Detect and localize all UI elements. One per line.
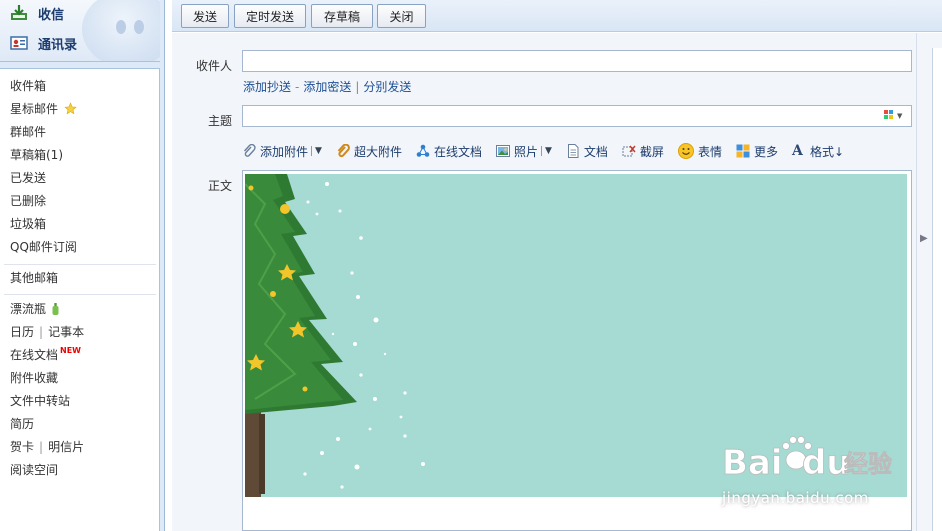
paperclip-icon [242, 143, 256, 158]
pipe-separator: | [39, 325, 44, 339]
grid-apps-icon [736, 144, 750, 158]
format-label: 格式↓ [809, 144, 845, 159]
smiley-icon [677, 143, 694, 159]
attachment-collection-link[interactable]: 附件收藏 [10, 368, 58, 388]
document-label: 文档 [583, 144, 608, 159]
body-label: 正文 [207, 179, 232, 193]
online-docs-link[interactable]: 在线文档 NEW [10, 345, 81, 365]
notes-link[interactable]: 记事本 [48, 325, 84, 339]
online-docs-label: 在线文档 [10, 348, 59, 362]
watermark-brand-cn: 经验 [844, 450, 892, 478]
chevron-down-icon[interactable]: ▼ [311, 146, 322, 156]
receive-mail-button[interactable]: 收信 [10, 3, 64, 23]
folder-deleted[interactable]: 已删除 [10, 191, 46, 211]
pipe-separator: | [355, 80, 360, 94]
drift-bottle-link[interactable]: 漂流瓶 [10, 299, 59, 319]
color-grid-icon [884, 109, 894, 123]
save-draft-button[interactable]: 存草稿 [311, 4, 373, 28]
folder-starred[interactable]: 星标邮件 [10, 99, 77, 119]
folder-sent[interactable]: 已发送 [10, 168, 46, 188]
contacts-label: 通讯录 [38, 37, 78, 53]
subject-label: 主题 [207, 114, 232, 128]
subject-input[interactable] [242, 105, 912, 127]
separate-send-link[interactable]: 分别发送 [363, 80, 411, 94]
folder-junk[interactable]: 垃圾箱 [10, 214, 46, 234]
folder-drafts[interactable]: 草稿箱(1) [10, 145, 63, 165]
inbox-download-icon [10, 5, 28, 21]
postcard-link[interactable]: 明信片 [48, 440, 84, 454]
large-attachment-button[interactable]: 超大附件 [336, 143, 402, 160]
large-attachment-label: 超大附件 [353, 144, 402, 159]
document-icon [566, 144, 580, 158]
photo-label: 照片 [513, 144, 538, 159]
qq-penguin-decoration-icon [82, 0, 160, 61]
contacts-card-icon [10, 35, 28, 51]
bottle-icon [52, 301, 59, 321]
card-postcard-row: 贺卡 | 明信片 [10, 437, 84, 457]
expand-right-arrow-icon[interactable]: ▶ [920, 233, 930, 247]
close-button[interactable]: 关闭 [377, 4, 426, 28]
greeting-card-link[interactable]: 贺卡 [10, 440, 34, 454]
add-cc-link[interactable]: 添加抄送 [243, 80, 291, 94]
add-attachment-button[interactable]: 添加附件 ▼ [242, 143, 322, 160]
drift-bottle-label: 漂流瓶 [10, 302, 47, 316]
watermark-url: jingyan.baidu.com [722, 489, 869, 507]
add-attachment-label: 添加附件 [260, 144, 309, 159]
folder-group-mail[interactable]: 群邮件 [10, 122, 46, 142]
subject-format-dropdown[interactable]: ▼ [884, 109, 908, 123]
add-bcc-link[interactable]: 添加密送 [303, 80, 351, 94]
calendar-notes-row: 日历 | 记事本 [10, 322, 84, 342]
divider [4, 294, 156, 295]
right-side-panel [932, 48, 942, 531]
sidebar: 收信 通讯录 收件箱 星标邮件 群邮件 草稿箱(1) 已发送 已删除 垃圾箱 Q… [0, 0, 165, 531]
file-transfer-link[interactable]: 文件中转站 [10, 391, 70, 411]
folder-starred-label: 星标邮件 [10, 102, 59, 116]
online-doc-label: 在线文档 [433, 144, 482, 159]
attachment-toolbar: 添加附件 ▼ 超大附件 在线文档 照片 ▼ 文档 截屏 表情 更多 A 格式↓ [242, 141, 858, 161]
dash-separator: - [295, 80, 300, 94]
chevron-down-icon[interactable]: ▼ [540, 146, 552, 156]
photo-icon [495, 144, 510, 158]
emoji-label: 表情 [697, 144, 722, 159]
font-format-icon: A [791, 143, 803, 159]
other-mailbox-link[interactable]: 其他邮箱 [10, 268, 58, 288]
more-label: 更多 [753, 144, 778, 159]
recipient-label: 收件人 [195, 59, 232, 73]
chevron-down-icon: ▼ [897, 112, 903, 120]
more-button[interactable]: 更多 [736, 143, 778, 160]
calendar-link[interactable]: 日历 [10, 325, 34, 339]
scheduled-send-button[interactable]: 定时发送 [234, 4, 306, 28]
emoji-button[interactable]: 表情 [677, 143, 722, 160]
divider [4, 264, 156, 265]
recipient-options: 添加抄送 - 添加密送 | 分别发送 [243, 78, 411, 95]
online-doc-button[interactable]: 在线文档 [416, 143, 482, 160]
star-icon [64, 101, 77, 121]
receive-mail-label: 收信 [38, 7, 65, 23]
reading-space-link[interactable]: 阅读空间 [10, 460, 58, 480]
large-paperclip-icon [336, 143, 350, 158]
photo-button[interactable]: 照片 ▼ [495, 143, 552, 160]
contacts-button[interactable]: 通讯录 [10, 33, 77, 53]
recipient-input[interactable] [242, 50, 912, 72]
folder-qq-subscription[interactable]: QQ邮件订阅 [10, 237, 77, 257]
folder-inbox[interactable]: 收件箱 [10, 76, 46, 96]
document-button[interactable]: 文档 [566, 143, 608, 160]
folder-list: 收件箱 星标邮件 群邮件 草稿箱(1) 已发送 已删除 垃圾箱 QQ邮件订阅 其… [0, 68, 160, 531]
screenshot-button[interactable]: 截屏 [622, 143, 664, 160]
resume-link[interactable]: 简历 [10, 414, 34, 434]
new-badge: NEW [60, 346, 81, 355]
watermark-brand: Bai [722, 443, 783, 483]
pipe-separator: | [39, 440, 44, 454]
scissors-icon [622, 144, 636, 158]
screenshot-label: 截屏 [639, 144, 664, 159]
compose-toolbar: 发送 定时发送 存草稿 关闭 [172, 0, 942, 32]
sidebar-top-panel: 收信 通讯录 [0, 0, 160, 62]
format-button[interactable]: A 格式↓ [792, 143, 844, 160]
share-nodes-icon [416, 144, 430, 158]
send-button[interactable]: 发送 [181, 4, 229, 28]
